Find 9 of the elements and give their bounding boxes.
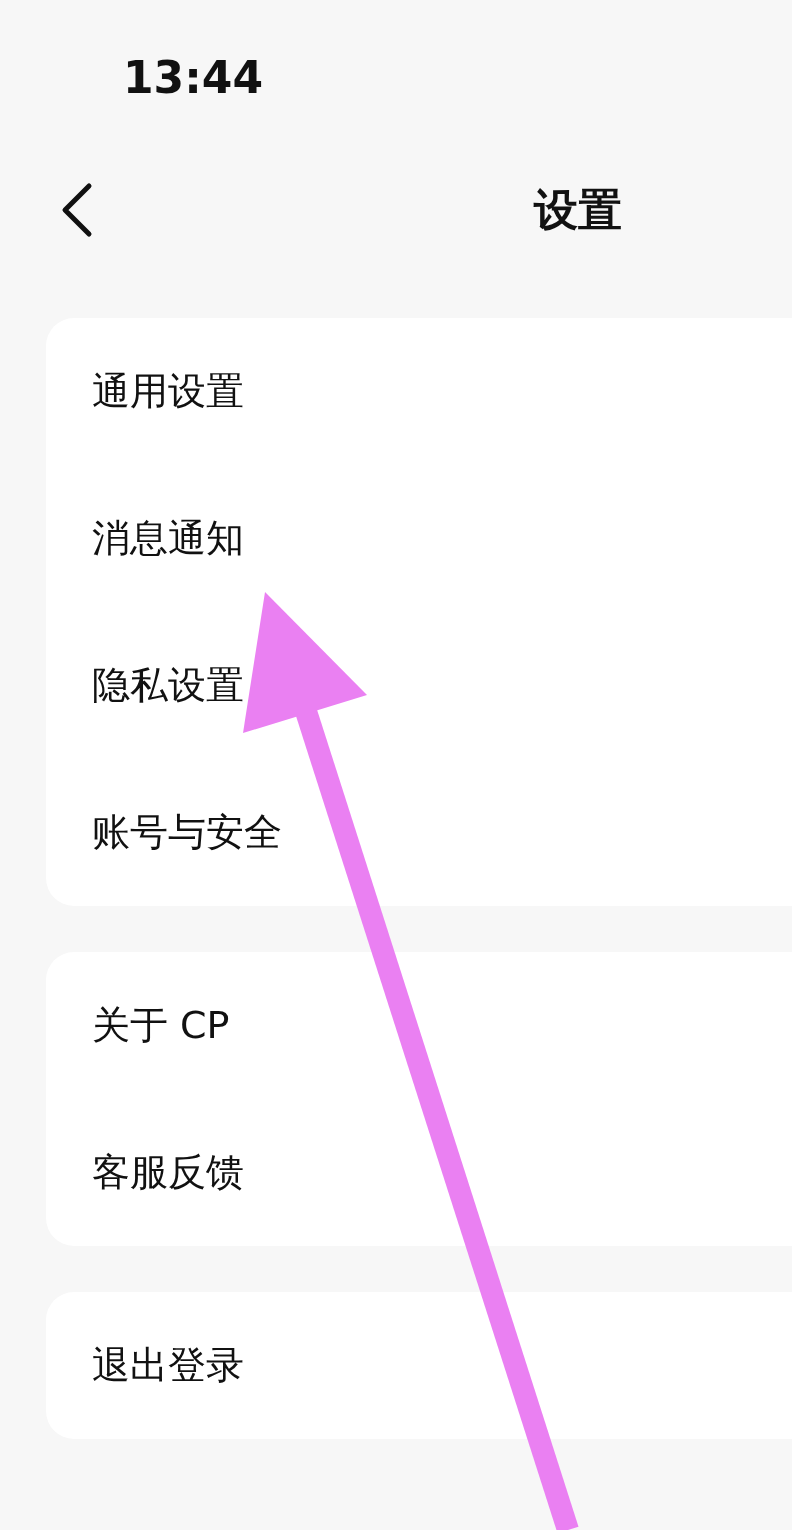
page-title: 设置 bbox=[534, 183, 622, 237]
settings-item[interactable]: 通用设置 bbox=[46, 318, 792, 465]
settings-item[interactable]: 隐私设置 bbox=[46, 612, 792, 759]
settings-item[interactable]: 账号与安全 bbox=[46, 759, 792, 906]
settings-item[interactable]: 关于 CP bbox=[46, 952, 792, 1099]
settings-item[interactable]: 消息通知 bbox=[46, 465, 792, 612]
status-time: 13:44 bbox=[123, 52, 264, 103]
settings-item[interactable]: 客服反馈 bbox=[46, 1099, 792, 1246]
settings-item[interactable]: 退出登录 bbox=[46, 1292, 792, 1439]
